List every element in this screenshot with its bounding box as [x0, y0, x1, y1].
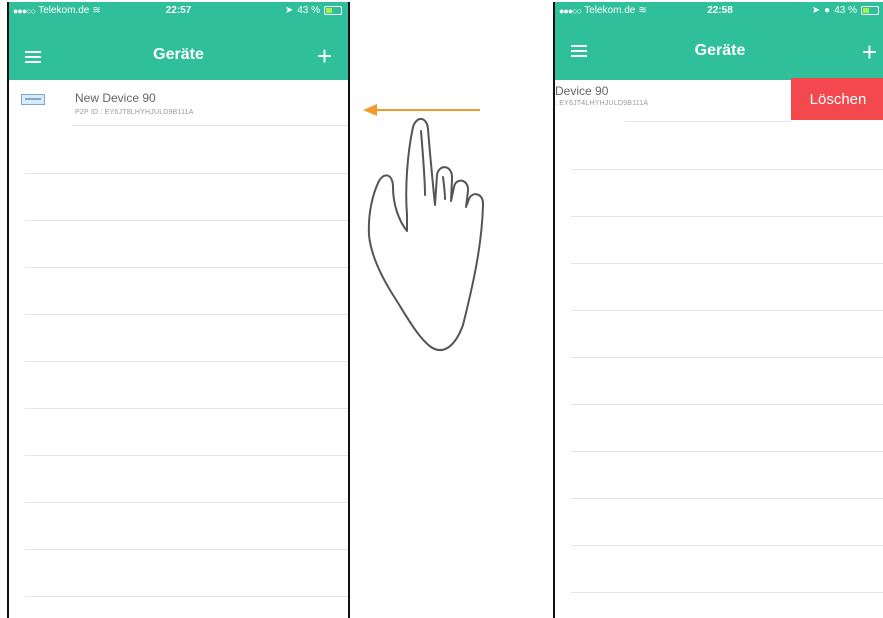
navigation-bar: Geräte +	[555, 20, 883, 80]
list-separator	[571, 451, 883, 452]
device-name: Device 90	[555, 84, 609, 98]
app-header: ●●●○○ Telekom.de ≋ 22:58 ➤ ● 43 % Geräte…	[555, 2, 883, 80]
list-separator	[25, 549, 348, 550]
add-device-plus-icon[interactable]: +	[862, 39, 877, 65]
list-separator	[72, 125, 348, 126]
status-bar: ●●●○○ Telekom.de ≋ 22:57 ➤ 43 %	[9, 2, 348, 20]
location-icon: ➤	[811, 5, 821, 16]
battery-icon	[324, 6, 342, 15]
list-separator	[25, 596, 348, 597]
page-title: Geräte	[153, 46, 204, 63]
list-separator	[571, 169, 883, 170]
delete-button[interactable]: Löschen	[791, 78, 883, 120]
list-item[interactable]: Device 90 : EY6JT4LHYHJULD9B111A Löschen	[555, 78, 883, 124]
swipe-gesture-illustration	[363, 104, 485, 352]
device-list: Device 90 : EY6JT4LHYHJULD9B111A Löschen	[555, 78, 883, 618]
list-separator	[571, 263, 883, 264]
swipe-left-hand-icon	[367, 118, 485, 352]
device-name: New Device 90	[75, 91, 156, 105]
phone-screen-after: ●●●○○ Telekom.de ≋ 22:58 ➤ ● 43 % Geräte…	[553, 2, 883, 618]
list-separator	[25, 408, 348, 409]
list-separator	[571, 592, 883, 593]
list-item[interactable]: New Device 90 P2P ID : EY6JT8LHYHJULD9B1…	[9, 80, 348, 126]
list-separator	[25, 173, 348, 174]
list-separator	[25, 267, 348, 268]
device-icon	[21, 94, 45, 105]
page-title: Geräte	[694, 42, 746, 59]
navigation-bar: Geräte +	[9, 20, 348, 80]
swipe-left-arrow-icon	[363, 104, 480, 116]
list-separator	[25, 361, 348, 362]
device-id: P2P ID : EY6JT8LHYHJULD9B111A	[75, 109, 194, 116]
list-separator	[571, 357, 883, 358]
list-separator	[571, 310, 883, 311]
list-separator	[625, 121, 791, 122]
battery-percentage: 43 %	[297, 5, 320, 16]
device-id: : EY6JT4LHYHJULD9B111A	[555, 100, 649, 107]
status-bar: ●●●○○ Telekom.de ≋ 22:58 ➤ ● 43 %	[555, 2, 883, 20]
battery-icon	[861, 6, 879, 15]
add-device-plus-icon[interactable]: +	[317, 43, 332, 69]
list-separator	[571, 404, 883, 405]
alarm-icon: ●	[824, 5, 831, 16]
list-separator	[571, 216, 883, 217]
list-separator	[25, 502, 348, 503]
list-separator	[25, 455, 348, 456]
battery-percentage: 43 %	[834, 5, 857, 16]
location-icon: ➤	[284, 5, 294, 16]
list-separator	[25, 314, 348, 315]
list-separator	[571, 498, 883, 499]
list-separator	[25, 220, 348, 221]
phone-screen-before: ●●●○○ Telekom.de ≋ 22:57 ➤ 43 % Geräte +…	[7, 2, 350, 618]
app-header: ●●●○○ Telekom.de ≋ 22:57 ➤ 43 % Geräte +	[9, 2, 348, 80]
list-separator	[571, 545, 883, 546]
device-list: New Device 90 P2P ID : EY6JT8LHYHJULD9B1…	[9, 80, 348, 618]
